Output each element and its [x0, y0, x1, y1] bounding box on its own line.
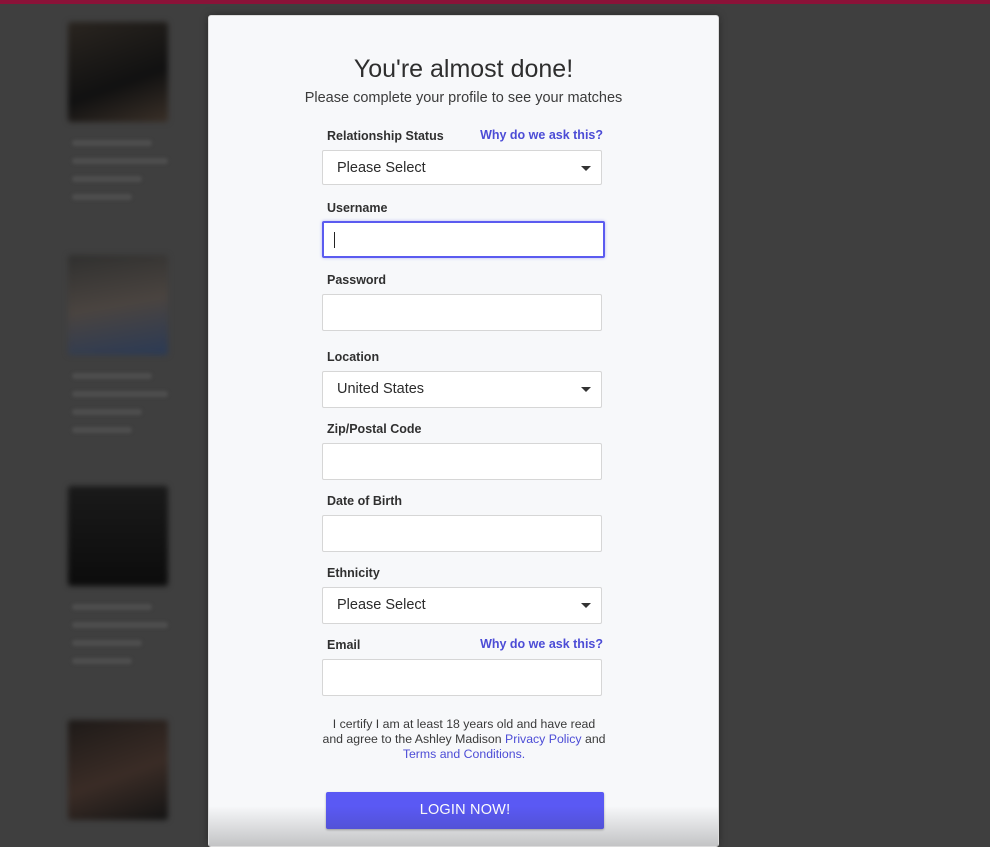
- username-label: Username: [327, 201, 388, 215]
- ethnicity-select[interactable]: Please Select: [322, 587, 602, 624]
- certify-line2-prefix: and agree to the Ashley Madison: [322, 732, 502, 746]
- dob-label: Date of Birth: [327, 494, 402, 508]
- relationship-status-label: Relationship Status: [327, 129, 444, 143]
- chevron-down-icon: [581, 603, 591, 608]
- zip-input[interactable]: [322, 443, 602, 480]
- certify-text: I certify I am at least 18 years old and…: [309, 717, 619, 762]
- relationship-why-link[interactable]: Why do we ask this?: [480, 128, 603, 142]
- complete-profile-modal: You're almost done! Please complete your…: [208, 15, 719, 847]
- profile-photo: [68, 22, 168, 122]
- email-why-link[interactable]: Why do we ask this?: [480, 637, 603, 651]
- profile-photo: [68, 720, 168, 820]
- profile-photo: [68, 486, 168, 586]
- chevron-down-icon: [581, 166, 591, 171]
- certify-line1: I certify I am at least 18 years old and…: [332, 717, 596, 731]
- terms-link[interactable]: Terms and Conditions.: [403, 747, 525, 761]
- email-label: Email: [327, 638, 361, 652]
- location-value: United States: [337, 381, 425, 397]
- zip-label: Zip/Postal Code: [327, 422, 422, 436]
- modal-subtitle: Please complete your profile to see your…: [304, 90, 623, 106]
- certify-line2-suffix: and: [584, 732, 606, 746]
- email-input[interactable]: [322, 659, 602, 696]
- location-select[interactable]: United States: [322, 371, 602, 408]
- chevron-down-icon: [581, 387, 591, 392]
- location-label: Location: [327, 350, 380, 364]
- password-label: Password: [327, 273, 387, 287]
- modal-title: You're almost done!: [353, 55, 574, 83]
- background-profile-list: [64, 0, 184, 834]
- dob-input[interactable]: [322, 515, 602, 552]
- login-now-button[interactable]: LOGIN NOW!: [326, 792, 604, 829]
- privacy-policy-link[interactable]: Privacy Policy: [505, 732, 582, 746]
- relationship-status-value: Please Select: [337, 160, 426, 176]
- username-input[interactable]: [322, 221, 605, 258]
- ethnicity-value: Please Select: [337, 597, 426, 613]
- password-input[interactable]: [322, 294, 602, 331]
- ethnicity-label: Ethnicity: [327, 566, 380, 580]
- relationship-status-select[interactable]: Please Select: [322, 150, 602, 185]
- text-cursor: [334, 232, 335, 248]
- profile-photo: [68, 255, 168, 355]
